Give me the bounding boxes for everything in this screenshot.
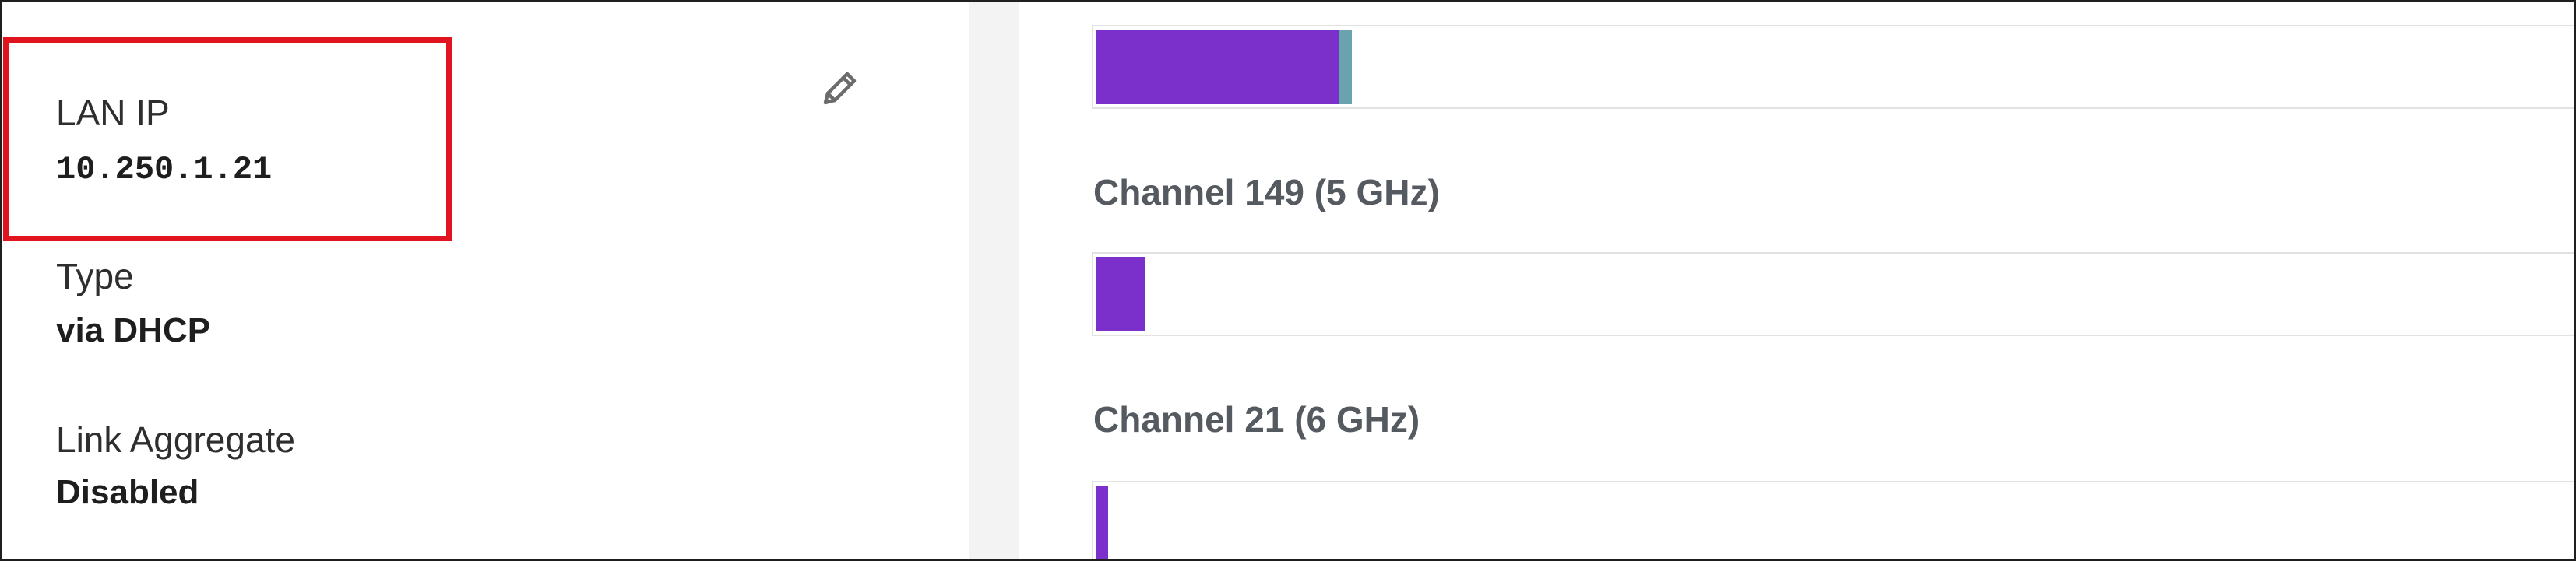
device-details-panel: LAN IP 10.250.1.21 Type via DHCP Link Ag… [2, 2, 969, 559]
channel-usage-fill [1096, 257, 1145, 331]
channel-usage-bar [1092, 252, 2574, 336]
channel-usage-bar [1092, 25, 2574, 109]
channel-title: Channel 149 (5 GHz) [1093, 172, 1440, 212]
type-label: Type [56, 256, 134, 296]
screenshot-frame: LAN IP 10.250.1.21 Type via DHCP Link Ag… [0, 0, 2576, 561]
channel-usage-fill-secondary [1339, 30, 1352, 104]
type-value: via DHCP [56, 311, 211, 349]
lan-ip-highlight [3, 37, 452, 241]
channel-usage-fill [1096, 30, 1339, 104]
link-aggregate-label: Link Aggregate [56, 419, 295, 460]
channel-usage-bar [1092, 481, 2574, 559]
lan-ip-value: 10.250.1.21 [56, 151, 273, 188]
pencil-icon [823, 72, 857, 105]
panel-divider [969, 2, 1019, 559]
channel-title: Channel 21 (6 GHz) [1093, 399, 1420, 440]
link-aggregate-value: Disabled [56, 473, 199, 511]
channel-usage-fill [1096, 486, 1108, 559]
edit-lan-button[interactable] [815, 64, 864, 114]
lan-ip-label: LAN IP [56, 93, 170, 133]
